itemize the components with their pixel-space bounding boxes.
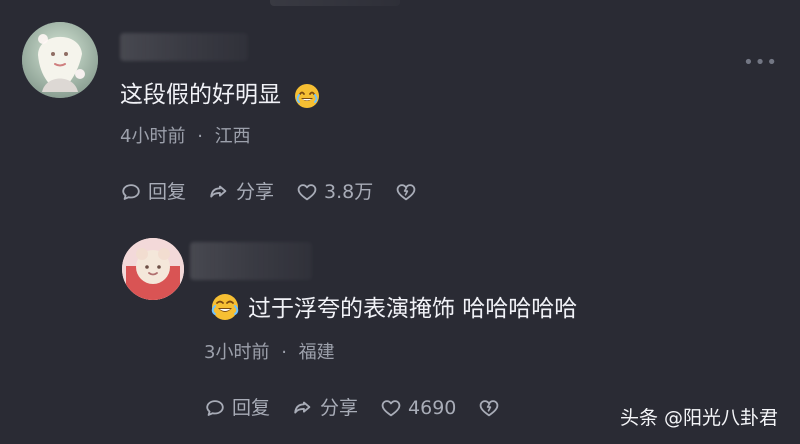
location-label: 福建	[298, 342, 335, 363]
reply-text: 过于浮夸的表演掩饰 哈哈哈哈哈	[248, 296, 577, 324]
like-count: 4690	[408, 396, 457, 419]
reply-label: 回复	[232, 396, 271, 419]
rolling-laughing-face-icon	[210, 292, 240, 322]
user-avatar[interactable]	[22, 22, 98, 98]
share-button[interactable]: 分享	[292, 397, 358, 419]
broken-heart-icon	[480, 400, 499, 417]
more-icon[interactable]: •••	[743, 54, 778, 72]
avatar-image	[122, 238, 184, 300]
share-label: 分享	[236, 180, 275, 203]
location-label: 江西	[214, 126, 251, 147]
avatar-image	[22, 22, 98, 98]
reply-button[interactable]: 回复	[204, 397, 270, 419]
like-count: 3.8万	[324, 180, 374, 203]
reply-icon	[122, 184, 140, 200]
heart-icon	[297, 184, 317, 201]
share-icon	[210, 185, 227, 198]
reply-avatar[interactable]	[122, 238, 184, 300]
laughing-face-icon	[294, 83, 320, 109]
comment-actions: 回复 分享 3.8万	[120, 181, 423, 203]
comment-meta: 4小时前 · 江西	[120, 126, 251, 148]
watermark: 头条 @阳光八卦君	[619, 407, 778, 430]
meta-separator: ·	[197, 126, 203, 147]
reply-meta: 3小时前 · 福建	[204, 342, 335, 364]
heart-icon	[381, 400, 401, 417]
dislike-button[interactable]	[395, 181, 423, 203]
comment-text: 这段假的好明显	[120, 82, 320, 110]
dislike-button[interactable]	[478, 397, 506, 419]
share-label: 分享	[320, 396, 359, 419]
top-strip	[270, 0, 400, 6]
like-button[interactable]: 4690	[380, 397, 456, 419]
time-label: 4小时前	[120, 126, 186, 147]
blurred-username	[120, 33, 248, 61]
comment-text-content: 这段假的好明显	[120, 82, 281, 108]
reply-label: 回复	[148, 180, 187, 203]
blurred-username	[190, 242, 312, 280]
time-label: 3小时前	[204, 342, 270, 363]
reply-actions: 回复 分享 4690	[204, 397, 506, 419]
meta-separator: ·	[281, 342, 287, 363]
share-icon	[294, 401, 311, 414]
like-button[interactable]: 3.8万	[296, 181, 373, 203]
share-button[interactable]: 分享	[208, 181, 274, 203]
reply-button[interactable]: 回复	[120, 181, 186, 203]
broken-heart-icon	[396, 184, 416, 201]
reply-text-content: 过于浮夸的表演掩饰 哈哈哈哈哈	[248, 296, 578, 322]
reply-icon	[206, 400, 224, 416]
